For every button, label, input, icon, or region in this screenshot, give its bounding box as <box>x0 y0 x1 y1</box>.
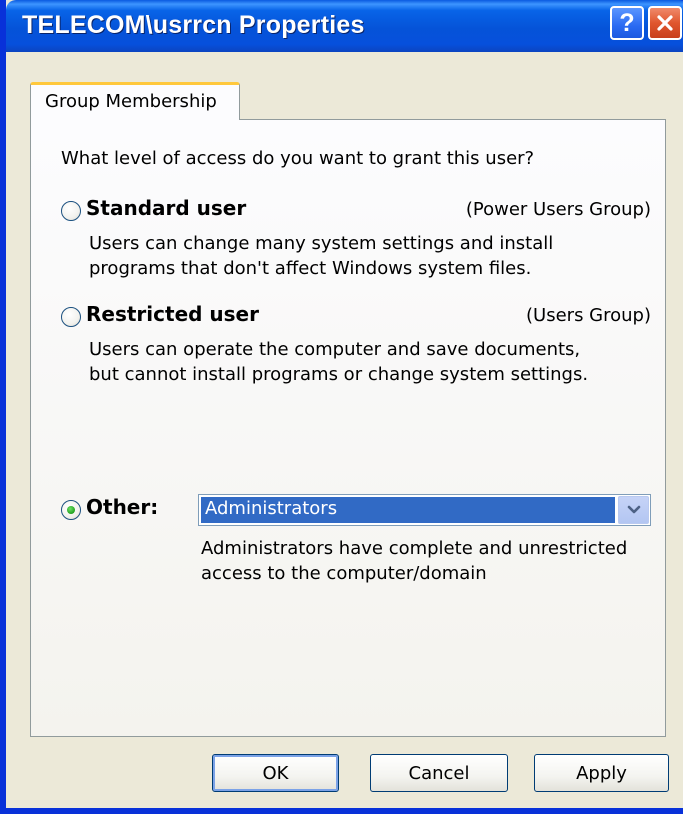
standard-user-label[interactable]: Standard user <box>86 196 246 220</box>
ok-button[interactable]: OK <box>212 754 339 792</box>
description-line: Users can change many system settings an… <box>89 233 554 254</box>
chevron-down-icon <box>627 505 640 514</box>
close-icon <box>657 15 673 31</box>
description-line: programs that don't affect Windows syste… <box>89 258 532 279</box>
standard-user-group: (Power Users Group) <box>465 199 651 220</box>
tab-group-membership[interactable]: Group Membership <box>30 82 240 120</box>
description-line: Users can operate the computer and save … <box>89 339 581 360</box>
dropdown-arrow-button[interactable] <box>618 496 649 524</box>
description-line: but cannot install programs or change sy… <box>89 364 589 385</box>
help-icon: ? <box>619 8 635 37</box>
radio-selected-dot <box>67 506 75 514</box>
standard-user-radio[interactable] <box>61 201 81 221</box>
description-line: Administrators have complete and unrestr… <box>201 538 628 559</box>
close-button[interactable] <box>648 6 682 40</box>
group-select-value: Administrators <box>201 497 615 523</box>
other-description: Administrators have complete and unrestr… <box>201 536 627 586</box>
properties-dialog: TELECOM\usrrcn Properties ? Group Member… <box>0 0 683 814</box>
tab-label: Group Membership <box>45 91 217 112</box>
cancel-button[interactable]: Cancel <box>370 754 508 792</box>
restricted-user-radio[interactable] <box>61 307 81 327</box>
restricted-user-description: Users can operate the computer and save … <box>89 337 588 387</box>
restricted-user-label[interactable]: Restricted user <box>86 302 259 326</box>
group-select[interactable]: Administrators <box>198 494 651 526</box>
title-bar[interactable]: TELECOM\usrrcn Properties ? <box>6 0 683 52</box>
standard-user-description: Users can change many system settings an… <box>89 231 553 281</box>
other-radio[interactable] <box>61 500 81 520</box>
access-question: What level of access do you want to gran… <box>61 148 535 169</box>
restricted-user-group: (Users Group) <box>526 305 651 326</box>
dialog-body: Group Membership What level of access do… <box>12 52 683 808</box>
tab-panel: What level of access do you want to gran… <box>30 119 666 737</box>
description-line: access to the computer/domain <box>201 563 487 584</box>
window-title: TELECOM\usrrcn Properties <box>22 11 365 39</box>
apply-button[interactable]: Apply <box>534 754 669 792</box>
other-label[interactable]: Other: <box>86 495 158 519</box>
help-button[interactable]: ? <box>610 6 644 40</box>
